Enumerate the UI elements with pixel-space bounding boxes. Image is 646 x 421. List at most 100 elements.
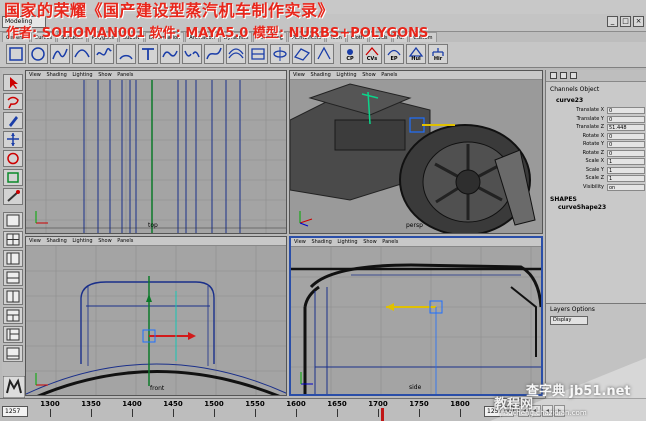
channel-value[interactable]: 1	[607, 175, 645, 182]
menu-lighting[interactable]: Lighting	[336, 72, 356, 78]
attach-curve-icon[interactable]	[160, 44, 180, 64]
menu-shading[interactable]: Shading	[311, 239, 331, 245]
shape-node-name[interactable]: curveShape23	[558, 204, 606, 211]
menu-shading[interactable]: Shading	[46, 238, 66, 244]
channel-value[interactable]: 0	[607, 141, 645, 148]
viewport-top[interactable]: View Shading Lighting Show Panels top	[25, 70, 287, 234]
attribute-editor-toggle-icon[interactable]	[560, 72, 567, 79]
menu-show[interactable]: Show	[98, 72, 112, 78]
planar-icon[interactable]	[292, 44, 312, 64]
hypershade-layout-icon[interactable]	[3, 288, 23, 305]
cp-button[interactable]: CP	[340, 44, 360, 64]
timeline-tick-mark	[255, 409, 256, 417]
close-icon[interactable]: ×	[633, 16, 644, 27]
ep-label: EP	[390, 56, 398, 62]
menu-lighting[interactable]: Lighting	[337, 239, 357, 245]
offset-curve-icon[interactable]	[226, 44, 246, 64]
channel-row[interactable]: Scale Z1	[546, 175, 646, 183]
render-layout-icon[interactable]	[3, 345, 23, 362]
menu-view[interactable]: View	[29, 238, 41, 244]
custom-layout-icon[interactable]	[3, 307, 23, 324]
detach-curve-icon[interactable]	[182, 44, 202, 64]
hull-button[interactable]: Hul	[406, 44, 426, 64]
channel-row[interactable]: Translate X0	[546, 107, 646, 115]
cvs-button[interactable]: CVs	[362, 44, 382, 64]
timeline-tick-mark	[132, 409, 133, 417]
arc-icon[interactable]	[116, 44, 136, 64]
menu-lighting[interactable]: Lighting	[72, 72, 92, 78]
four-view-layout-icon[interactable]	[3, 231, 23, 248]
pencil-curve-icon[interactable]	[94, 44, 114, 64]
loft-icon[interactable]	[248, 44, 268, 64]
ep-curve-icon[interactable]	[72, 44, 92, 64]
square-curve-icon[interactable]	[6, 44, 26, 64]
ep-button[interactable]: EP	[384, 44, 404, 64]
persp-outliner-layout-icon[interactable]	[3, 250, 23, 267]
channel-value[interactable]: 0	[607, 132, 645, 140]
cv-curve-icon[interactable]	[50, 44, 70, 64]
channel-value[interactable]: 51.448	[607, 124, 645, 131]
timeline-tick: 1600	[286, 400, 306, 408]
channel-row[interactable]: Rotate Y0	[546, 141, 646, 149]
outliner-layout-icon[interactable]	[3, 326, 23, 343]
persp-graph-layout-icon[interactable]	[3, 269, 23, 286]
menu-view[interactable]: View	[293, 72, 305, 78]
channel-value[interactable]: 0	[607, 149, 645, 157]
window-controls: _ □ ×	[607, 16, 644, 27]
minimize-icon[interactable]: _	[607, 16, 618, 27]
tool-settings-toggle-icon[interactable]	[570, 72, 577, 79]
manipulator-tool-icon[interactable]	[3, 188, 23, 205]
menu-view[interactable]: View	[29, 72, 41, 78]
channel-label: Translate Z	[576, 124, 604, 130]
menu-panels[interactable]: Panels	[381, 72, 397, 78]
channel-row[interactable]: Rotate X0	[546, 132, 646, 141]
channel-row[interactable]: Translate Y0	[546, 115, 646, 124]
channel-row[interactable]: Visibility on	[546, 183, 646, 192]
timeline-ruler[interactable]: 1300 1350 1400 1450 1500 1550 1600 1650 …	[30, 399, 480, 421]
channel-label: Scale X	[585, 158, 604, 164]
rotate-tool-icon[interactable]	[3, 150, 23, 167]
channel-row[interactable]: Rotate Z0	[546, 149, 646, 158]
channel-value[interactable]: 1	[607, 166, 645, 174]
maximize-icon[interactable]: □	[620, 16, 631, 27]
channel-value[interactable]: 0	[607, 107, 645, 114]
hierarchy-button[interactable]: Hir	[428, 44, 448, 64]
menu-panels[interactable]: Panels	[382, 239, 398, 245]
select-tool-icon[interactable]	[3, 74, 23, 91]
paint-select-tool-icon[interactable]	[3, 112, 23, 129]
channel-row[interactable]: Translate Z 51.448	[546, 124, 646, 132]
text-curve-icon[interactable]	[138, 44, 158, 64]
menu-show[interactable]: Show	[362, 72, 376, 78]
channel-value[interactable]: 0	[607, 115, 645, 123]
channel-box-toggle-icon[interactable]	[550, 72, 557, 79]
scale-tool-icon[interactable]	[3, 169, 23, 186]
revolve-icon[interactable]	[270, 44, 290, 64]
channel-value[interactable]: on	[607, 183, 645, 191]
layer-editor-title[interactable]: Layers Options	[550, 306, 595, 313]
channel-value[interactable]: 1	[607, 158, 645, 165]
viewport-persp[interactable]: View Shading Lighting Show Panels persp	[289, 70, 543, 234]
channel-box-object-name[interactable]: curve23	[556, 97, 583, 104]
range-start-field[interactable]: 1257	[2, 406, 28, 417]
menu-lighting[interactable]: Lighting	[72, 238, 92, 244]
channel-row[interactable]: Scale Y1	[546, 166, 646, 175]
single-view-layout-icon[interactable]	[3, 212, 23, 229]
layer-display-select[interactable]: Display	[550, 316, 588, 325]
menu-show[interactable]: Show	[363, 239, 377, 245]
menu-show[interactable]: Show	[98, 238, 112, 244]
channel-row[interactable]: Scale X1	[546, 158, 646, 166]
rebuild-curve-icon[interactable]	[204, 44, 224, 64]
current-frame-marker[interactable]	[381, 408, 384, 421]
move-tool-icon[interactable]	[3, 131, 23, 148]
menu-panels[interactable]: Panels	[117, 238, 133, 244]
lasso-tool-icon[interactable]	[3, 93, 23, 110]
menu-panels[interactable]: Panels	[117, 72, 133, 78]
menu-shading[interactable]: Shading	[46, 72, 66, 78]
circle-curve-icon[interactable]	[28, 44, 48, 64]
menu-view[interactable]: View	[294, 239, 306, 245]
birail-icon[interactable]	[314, 44, 334, 64]
channel-box-header[interactable]: Channels Object	[550, 86, 599, 93]
overlay-title: 国家的荣耀《国产建设型蒸汽机车制作实录》	[4, 1, 335, 20]
viewport-front[interactable]: View Shading Lighting Show Panels front	[25, 236, 287, 396]
menu-shading[interactable]: Shading	[310, 72, 330, 78]
